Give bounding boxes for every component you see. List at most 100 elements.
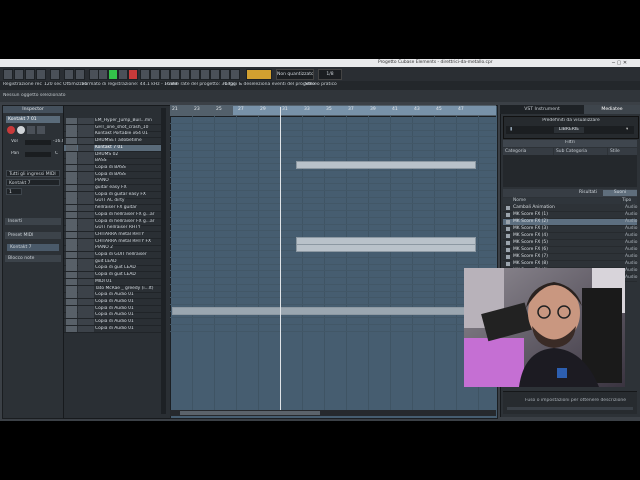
track-mute-solo-buttons[interactable] [78,178,94,185]
result-row[interactable]: MK Score FX (1) Audio [503,212,637,219]
track-mute-solo-buttons[interactable] [78,298,94,305]
window-controls-icon[interactable]: ─ ▢ ✕ [612,59,627,67]
track-name[interactable]: Copia di Audio 01 [95,299,163,305]
folder-icon[interactable]: ▮ [510,127,512,133]
snap-toggle[interactable] [246,69,272,80]
track-name[interactable]: Copia di Audio 01 [95,312,163,318]
track-mute-solo-buttons[interactable] [78,258,94,265]
track-name[interactable]: DRUMSET adobetime [95,138,163,144]
track-name[interactable]: Copia di hellraiser FX g...ar [95,219,163,225]
preview-level[interactable] [507,407,633,410]
track-mute-solo-buttons[interactable] [78,218,94,225]
result-row[interactable]: MK Score FX (8) Audio [503,261,637,268]
track-name[interactable]: Tato McRae _ greedy (i...lt) [95,286,163,292]
column-style[interactable]: Stile [608,148,637,155]
track-name[interactable]: Copia di guit LEAD [95,272,163,278]
results-col-name[interactable]: Nome [503,198,621,204]
track-name[interactable]: Copia di GUIT hellraiser [95,252,163,258]
track-mute-solo-buttons[interactable] [78,191,94,198]
filter-list[interactable] [503,155,637,187]
track-mute-solo-buttons[interactable] [78,198,94,205]
track-name[interactable]: MIDI 01 [95,279,163,285]
track-mute-solo-buttons[interactable] [78,185,94,191]
column-category[interactable]: Categoria [503,148,553,155]
track-mute-solo-buttons[interactable] [78,245,94,252]
track-row[interactable]: Copia di Audio 01 [64,325,164,333]
quantize-value[interactable]: 1/8 [318,69,342,80]
track-mute-solo-buttons[interactable] [78,138,94,145]
track-mute-solo-buttons[interactable] [78,238,94,245]
monitor-icon[interactable] [17,126,25,134]
track-name[interactable]: BASS [95,158,163,164]
track-mute-solo-buttons[interactable] [78,158,94,165]
track-mute-solo-buttons[interactable] [78,205,94,212]
tab-vst-instruments[interactable]: VST Instrument [500,105,584,114]
split-tool[interactable] [160,69,170,80]
column-subcategory[interactable]: Sub Categoria [554,148,607,155]
mute-tool[interactable] [200,69,210,80]
track-mute-solo-buttons[interactable] [78,305,94,312]
horizontal-scroll-thumb[interactable] [180,411,320,415]
track-name[interactable]: Copia di BASS [95,165,163,171]
section-notepad[interactable]: Blocco note [5,255,61,262]
tab-sounds[interactable]: Suoni [603,190,637,196]
pan-slider[interactable] [25,152,51,157]
zoom-tool[interactable] [190,69,200,80]
track-name[interactable]: Copia di guitar easy FX [95,192,163,198]
track-list-scrollbar[interactable] [161,108,166,414]
solo-button[interactable] [50,69,60,80]
tab-mediabay[interactable]: Mediatee [584,105,640,114]
track-name[interactable]: PIANO 2 [95,245,163,251]
track-mute-solo-buttons[interactable] [78,118,94,124]
volume-slider[interactable] [25,140,51,145]
midi-output-select[interactable]: Kontakt 7 [6,179,60,186]
track-mute-solo-buttons[interactable] [78,319,94,325]
redo-button[interactable] [25,69,35,80]
track-name[interactable]: guit LEAD [95,259,163,265]
track-mute-solo-buttons[interactable] [78,231,94,238]
erase-tool[interactable] [180,69,190,80]
track-name[interactable]: DRUMS 02 [95,152,163,158]
track-name[interactable]: Copia di Audio 01 [95,326,163,332]
result-row[interactable]: MK Score FX (7) Audio [503,254,637,261]
track-name[interactable]: GUIT AC dirty [95,198,163,204]
track-name[interactable]: guitar easy FX [95,185,163,191]
section-kontakt[interactable]: Kontakt 7 [7,244,59,251]
audio-event-greedy[interactable] [172,307,496,315]
filter-header[interactable]: Filtri [503,140,637,147]
track-name[interactable]: Copia di guit LEAD [95,265,163,271]
track-name[interactable]: GHT_one_shot_crash_10 [95,125,163,131]
mute-button[interactable] [36,69,46,80]
section-midi-presets[interactable]: Preset MIDI [5,232,61,239]
track-mute-solo-buttons[interactable] [78,131,94,138]
glue-tool[interactable] [170,69,180,80]
read-button[interactable] [64,69,74,80]
midi-channel-select[interactable]: 1 [6,188,22,195]
activate-project-button[interactable] [3,69,13,80]
section-inserts[interactable]: Inserti [5,218,61,225]
track-mute-solo-buttons[interactable] [78,278,94,285]
track-mute-solo-buttons[interactable] [78,124,94,131]
quantize-select[interactable]: Non quantizzato [276,69,314,80]
audio-event-chitarra-metal[interactable] [296,244,476,252]
preset-select[interactable]: LIBRERIE [554,127,584,133]
object-select-tool[interactable] [140,69,150,80]
track-name[interactable]: Copia di Audio 01 [95,292,163,298]
track-name[interactable]: GUIT hellraiser RHTY [95,225,163,231]
track-name[interactable]: Copia di BASS [95,172,163,178]
track-name[interactable]: CHITARRA metal RHTY [95,232,163,238]
forward-button[interactable] [98,69,108,80]
mute-icon[interactable] [27,126,35,134]
midi-input-select[interactable]: Tutti gli ingressi MIDI [6,170,60,177]
draw-tool[interactable] [210,69,220,80]
midi-part-bass[interactable] [296,161,476,169]
track-mute-solo-buttons[interactable] [78,312,94,319]
track-name[interactable]: hellraiser FX guitar [95,205,163,211]
track-mute-solo-buttons[interactable] [78,211,94,218]
track-name[interactable]: EM_Hyper_Jump_Buil...mn [95,118,163,124]
track-name[interactable]: Copia di hellraiser FX g...ar [95,212,163,218]
track-mute-solo-buttons[interactable] [78,252,94,258]
arrangement-area[interactable] [170,105,498,419]
track-mute-solo-buttons[interactable] [78,292,94,299]
result-row[interactable]: MK Score FX (6) Audio [503,247,637,254]
